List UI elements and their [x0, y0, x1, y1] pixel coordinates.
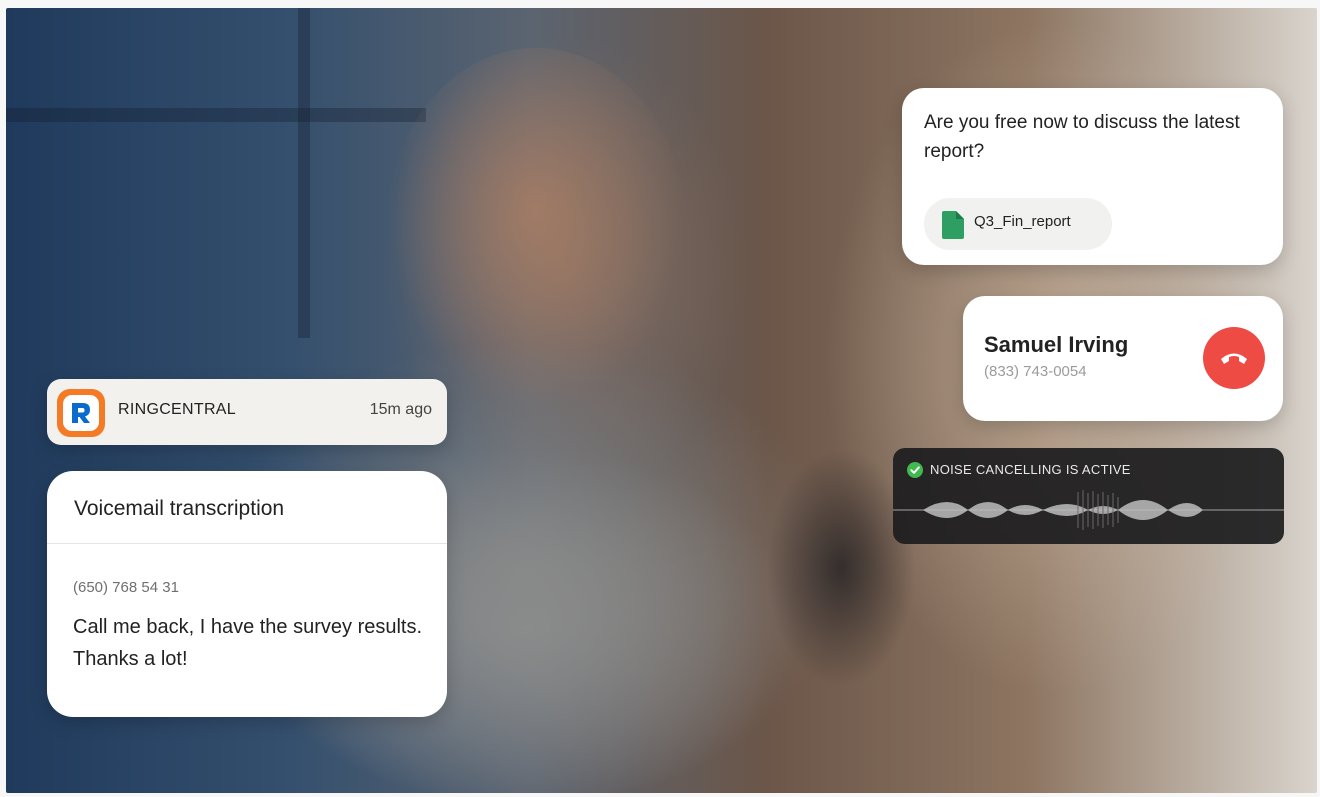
- check-circle-icon: [907, 462, 923, 482]
- chat-message-text: Are you free now to discuss the latest r…: [924, 112, 1240, 162]
- notification-header[interactable]: RINGCENTRAL 15m ago: [47, 379, 447, 445]
- spreadsheet-file-icon: [942, 211, 964, 239]
- noise-status-text: NOISE CANCELLING IS ACTIVE: [930, 462, 1131, 477]
- voicemail-message: Call me back, I have the survey results.…: [73, 616, 423, 670]
- caller-name: Samuel Irving: [984, 332, 1129, 357]
- notification-time: 15m ago: [369, 401, 432, 418]
- phone-hangup-icon: [1221, 353, 1247, 364]
- voicemail-divider: [47, 543, 447, 544]
- voicemail-card[interactable]: Voicemail transcription (650) 768 54 31 …: [47, 471, 447, 717]
- chat-message-card: Are you free now to discuss the latest r…: [902, 88, 1283, 265]
- voicemail-number: (650) 768 54 31: [73, 579, 179, 596]
- audio-waveform: [893, 490, 1284, 530]
- voicemail-title: Voicemail transcription: [74, 497, 285, 520]
- file-attachment-name: Q3_Fin_report: [974, 213, 1071, 230]
- window-frame-vertical: [298, 8, 310, 338]
- noise-cancelling-panel: NOISE CANCELLING IS ACTIVE: [893, 448, 1284, 544]
- hangup-button[interactable]: [1203, 327, 1265, 389]
- window-frame-horizontal: [6, 108, 426, 122]
- notification-brand: RINGCENTRAL: [118, 401, 236, 418]
- ringcentral-logo-icon: [57, 389, 105, 437]
- file-attachment-chip[interactable]: Q3_Fin_report: [924, 198, 1112, 250]
- active-call-card: Samuel Irving (833) 743-0054: [963, 296, 1283, 421]
- caller-number: (833) 743-0054: [984, 363, 1087, 380]
